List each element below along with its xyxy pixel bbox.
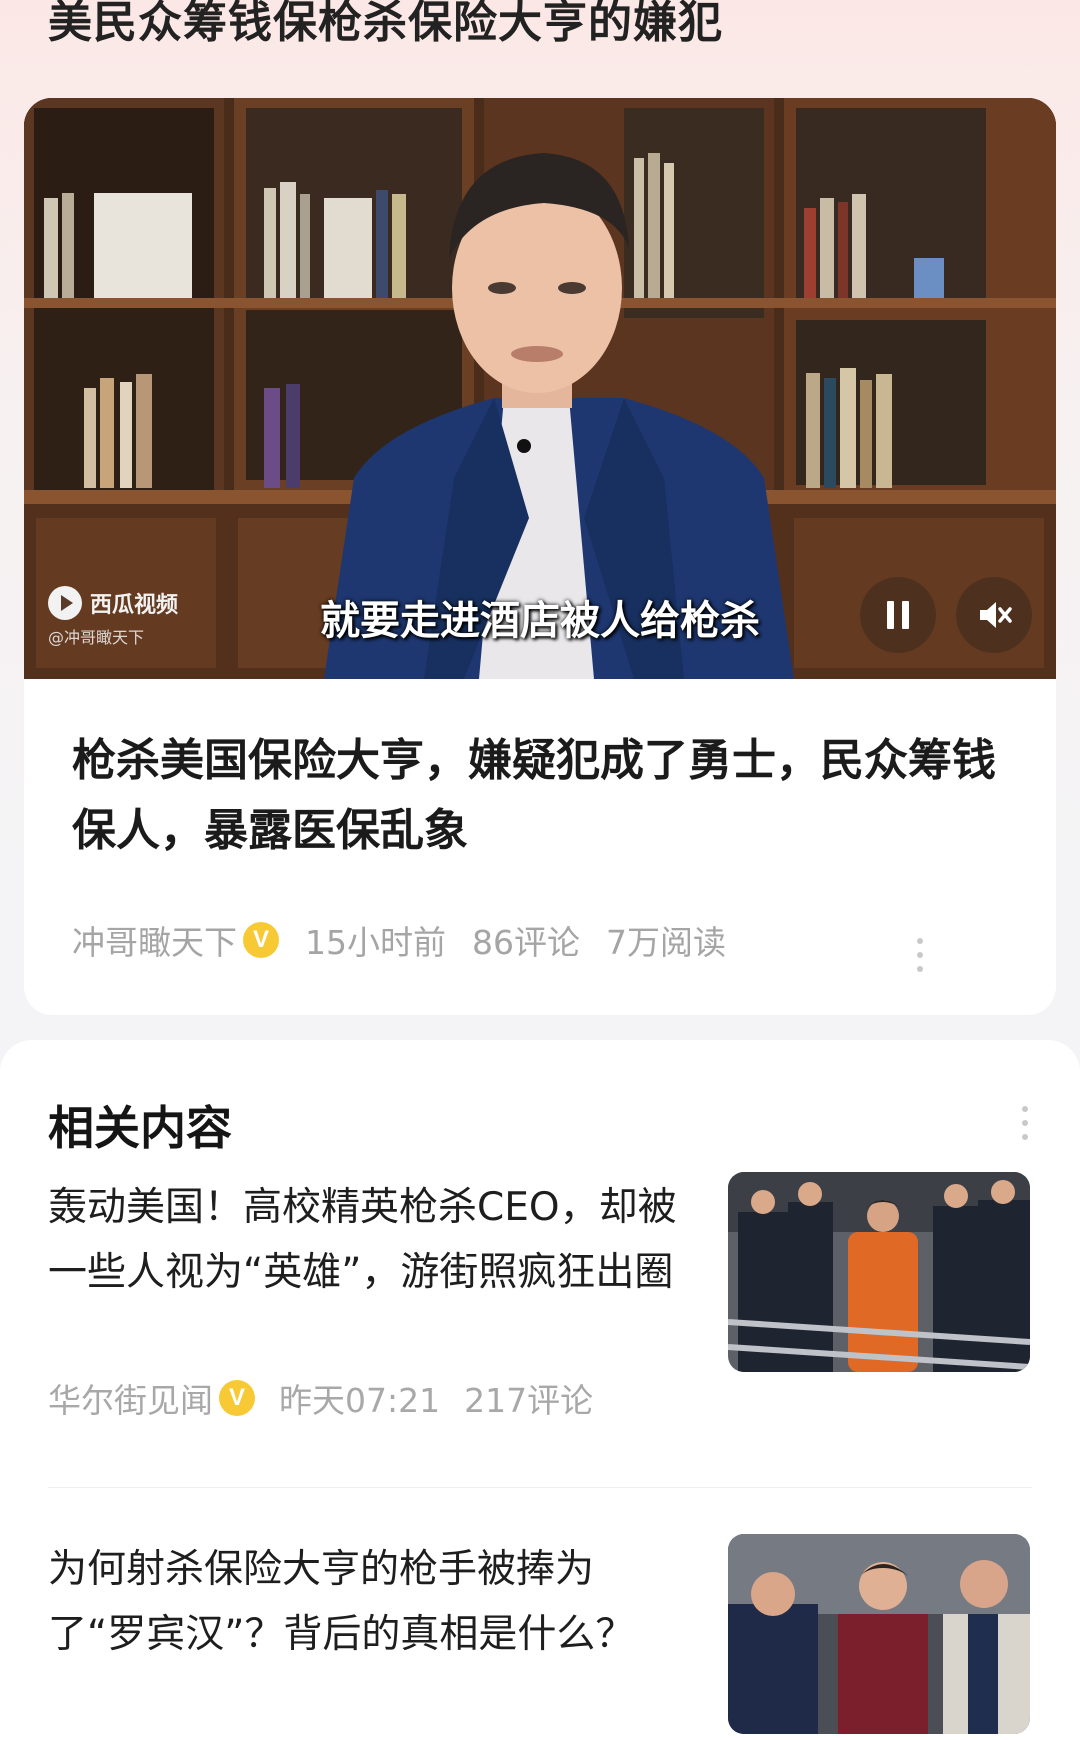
- thumbnail-image: [728, 1534, 1030, 1734]
- related-item-title[interactable]: 为何射杀保险大亨的枪手被捧为了“罗宾汉”？背后的真相是什么？: [48, 1537, 688, 1667]
- video-card[interactable]: 西瓜视频 @冲哥瞰天下 就要走进酒店被人给枪杀 枪杀美国保险大亨，嫌疑犯成了勇士…: [24, 98, 1056, 1015]
- related-item-1[interactable]: 轰动美国！高校精英枪杀CEO，却被一些人视为“英雄”，游街照疯狂出圈 华尔街见闻…: [48, 1172, 1032, 1420]
- publish-time: 15小时前: [305, 923, 446, 962]
- article-meta: 冲哥瞰天下 V 15小时前 86评论 7万阅读: [72, 916, 726, 964]
- related-section: 相关内容 轰动美国！高校精英枪杀CEO，却被一些人视为“英雄”，游街照疯狂出圈: [0, 1040, 1080, 1740]
- thumbnail-image: [728, 1172, 1030, 1372]
- verified-badge-icon: V: [243, 922, 279, 958]
- related-item-thumbnail[interactable]: [728, 1172, 1030, 1372]
- item-source[interactable]: 华尔街见闻: [48, 1374, 213, 1422]
- related-item-title[interactable]: 轰动美国！高校精英枪杀CEO，却被一些人视为“英雄”，游街照疯狂出圈: [48, 1175, 688, 1305]
- verified-badge-icon: V: [219, 1380, 255, 1416]
- pause-button[interactable]: [860, 577, 936, 653]
- item-time: 昨天07:21: [279, 1381, 441, 1420]
- related-item-thumbnail[interactable]: [728, 1534, 1030, 1734]
- divider: [48, 1487, 1032, 1488]
- item-comments: 217评论: [464, 1381, 594, 1420]
- page-title: 美民众筹钱保枪杀保险大亨的嫌犯: [48, 0, 723, 48]
- article-title[interactable]: 枪杀美国保险大亨，嫌疑犯成了勇士，民众筹钱保人，暴露医保乱象: [72, 726, 1012, 866]
- related-more-icon[interactable]: [1022, 1106, 1028, 1140]
- comment-count: 86评论: [472, 923, 580, 962]
- related-title: 相关内容: [48, 1101, 232, 1155]
- mute-button[interactable]: [956, 577, 1032, 653]
- video-player[interactable]: 西瓜视频 @冲哥瞰天下 就要走进酒店被人给枪杀: [24, 98, 1056, 679]
- more-options-icon[interactable]: [917, 938, 923, 972]
- related-item-meta: 华尔街见闻 V 昨天07:21 217评论: [48, 1374, 593, 1422]
- author-name[interactable]: 冲哥瞰天下: [72, 916, 237, 964]
- pause-icon: [883, 601, 913, 629]
- speaker-muted-icon: [980, 602, 1012, 628]
- read-count: 7万阅读: [606, 923, 726, 962]
- related-item-2[interactable]: 为何射杀保险大亨的枪手被捧为了“罗宾汉”？背后的真相是什么？: [48, 1534, 1032, 1737]
